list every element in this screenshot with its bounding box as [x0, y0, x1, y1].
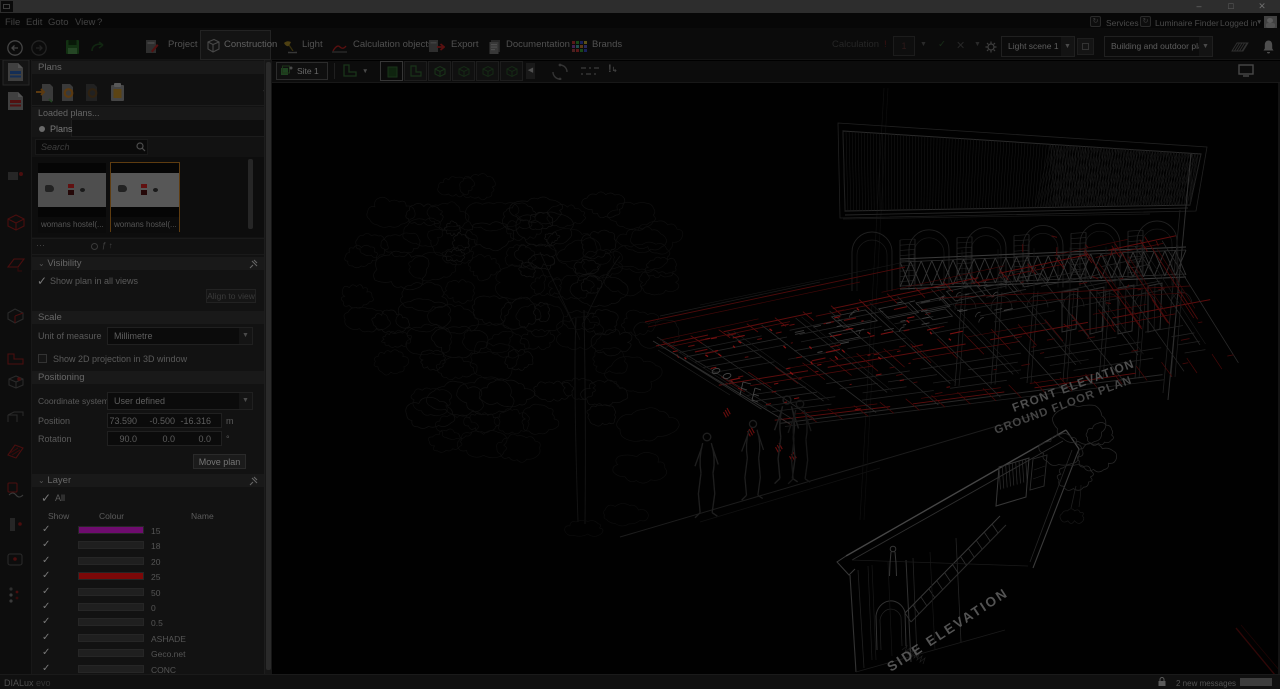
svg-text:SIDE ELEVATION: SIDE ELEVATION — [884, 585, 1011, 674]
